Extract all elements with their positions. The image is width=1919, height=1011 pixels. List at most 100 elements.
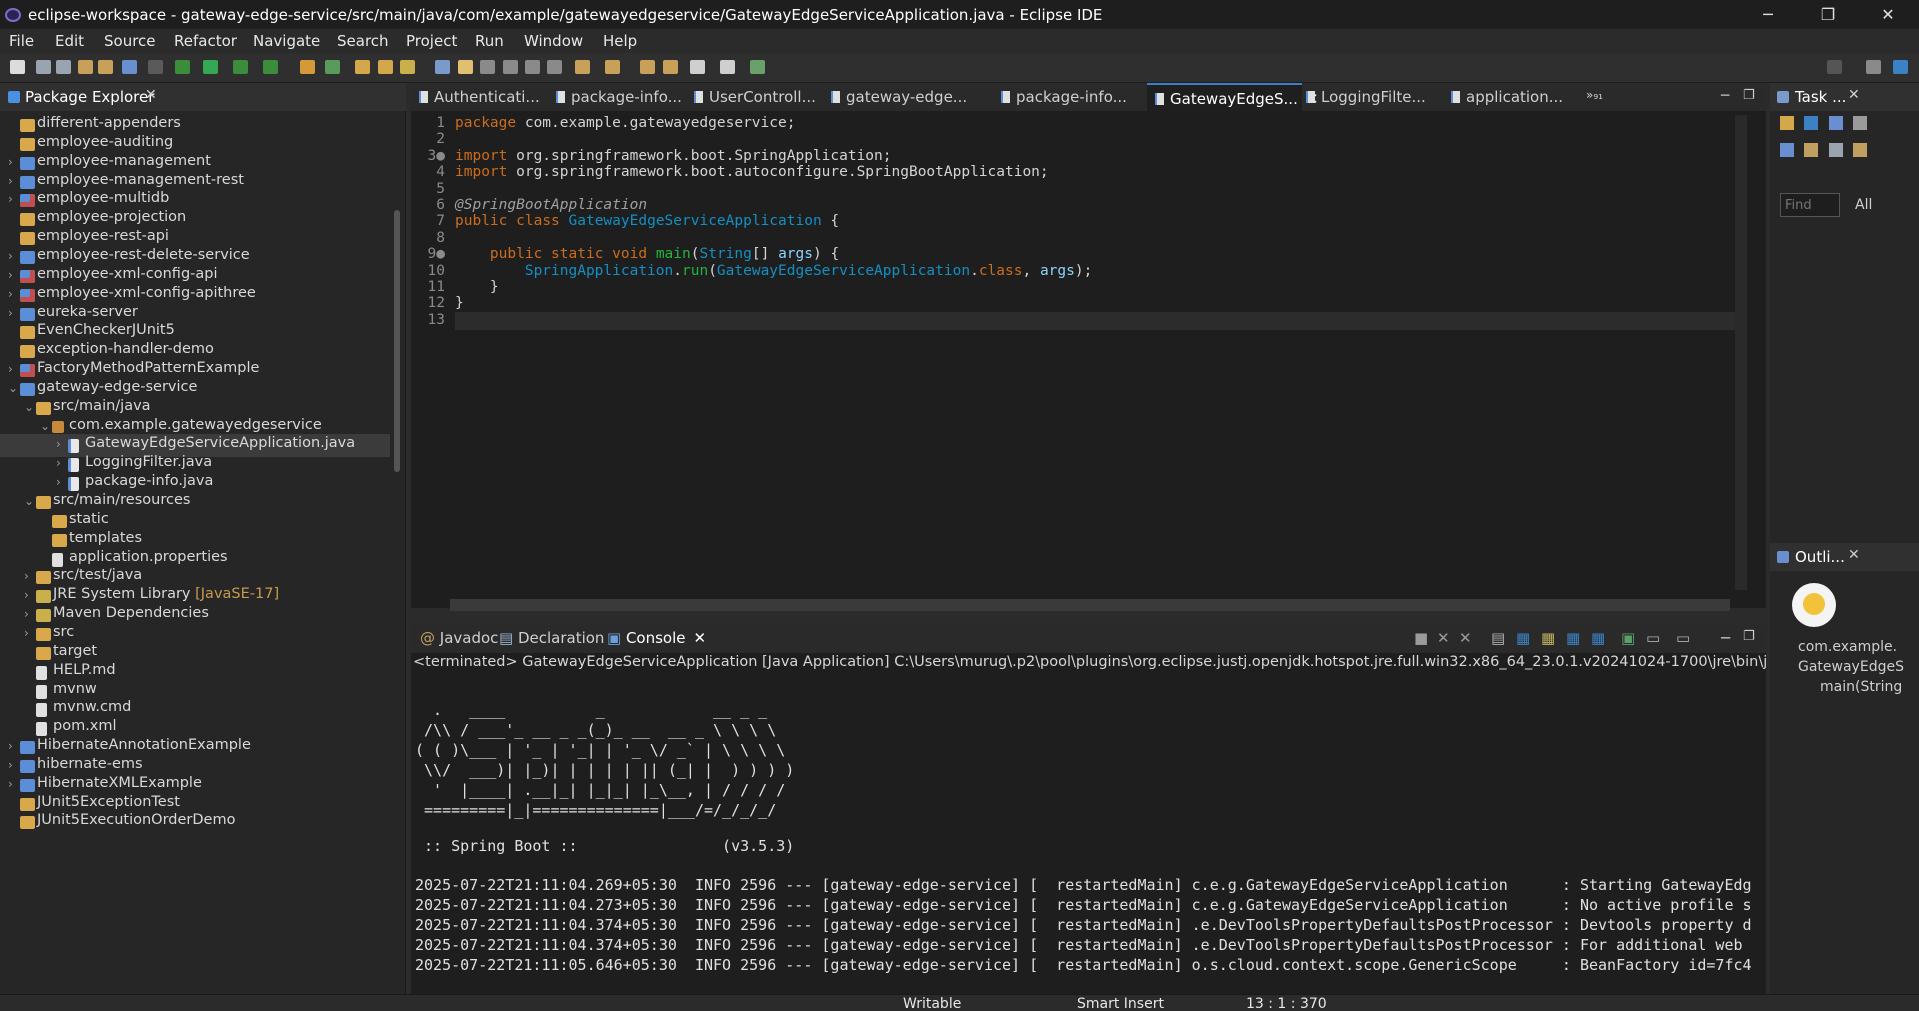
console-output[interactable]: <terminated> GatewayEdgeServiceApplicati… [411, 653, 1766, 994]
display-console-icon[interactable]: ▭ [1646, 629, 1660, 647]
back-icon[interactable] [663, 60, 678, 74]
close-package-explorer-icon[interactable]: ✕ [145, 87, 157, 103]
code-line[interactable]: import org.springframework.boot.SpringAp… [455, 148, 892, 164]
expand-arrow-icon[interactable]: ⌄ [24, 400, 34, 414]
tab-overflow-button[interactable]: »₉₁ [1586, 83, 1626, 111]
search-icon[interactable] [1827, 60, 1842, 74]
task-list-tab[interactable]: Task ... [1795, 88, 1846, 106]
code-line[interactable]: SpringApplication.run(GatewayEdgeService… [455, 263, 1093, 279]
expand-arrow-icon[interactable]: › [8, 268, 18, 282]
tree-item[interactable]: JUnit5ExecutionOrderDemo [0, 811, 390, 834]
close-console-icon[interactable]: ✕ [694, 629, 707, 647]
menu-navigate[interactable]: Navigate [253, 32, 320, 50]
expand-arrow-icon[interactable]: ⌄ [8, 381, 18, 395]
save-icon[interactable] [36, 60, 51, 74]
scroll-lock-icon[interactable]: ▦ [1516, 629, 1530, 647]
toggle-highlight-icon[interactable] [458, 60, 473, 74]
expand-arrow-icon[interactable]: › [56, 456, 66, 470]
categorized-icon[interactable] [1804, 116, 1819, 130]
code-line[interactable] [455, 311, 1745, 330]
search-tool-icon[interactable] [400, 60, 415, 74]
expand-arrow-icon[interactable]: › [24, 569, 34, 583]
editor-tab[interactable]: application... [1451, 83, 1581, 111]
expand-arrow-icon[interactable]: › [24, 607, 34, 621]
word-wrap-console-icon[interactable]: ▦ [1541, 629, 1555, 647]
editor-tab[interactable]: UserControll... [694, 83, 824, 111]
restore-button[interactable]: ❐ [1808, 3, 1848, 27]
open-perspective-icon[interactable] [1866, 60, 1881, 74]
tab-javadoc[interactable]: @ Javadoc [420, 629, 498, 647]
expand-arrow-icon[interactable]: ⌄ [40, 419, 50, 433]
tab-console[interactable]: ▣ Console ✕ [607, 629, 706, 647]
package-explorer-scrollbar[interactable] [394, 210, 400, 472]
menu-run[interactable]: Run [475, 32, 504, 50]
focus-icon[interactable] [1804, 143, 1819, 157]
expand-arrow-icon[interactable]: › [8, 306, 18, 320]
debug-icon[interactable] [175, 60, 190, 74]
maximize-console-icon[interactable]: ❐ [1743, 629, 1755, 644]
expand-arrow-icon[interactable]: › [8, 777, 18, 791]
scheduled-icon[interactable] [1828, 116, 1843, 130]
package-explorer-tab[interactable]: Package Explorer [25, 88, 154, 106]
menu-refactor[interactable]: Refactor [174, 32, 237, 50]
next-annotation-icon[interactable] [575, 60, 590, 74]
outline-item-package[interactable]: com.example. [1798, 639, 1897, 655]
expand-arrow-icon[interactable]: › [8, 249, 18, 263]
code-line[interactable]: } [455, 295, 464, 311]
open-task-icon[interactable] [378, 60, 393, 74]
pilcrow-icon[interactable] [547, 60, 562, 74]
close-window-button[interactable]: ✕ [1868, 3, 1908, 27]
new-java-project-icon[interactable] [300, 60, 315, 74]
block-selection-icon[interactable] [480, 60, 495, 74]
expand-arrow-icon[interactable]: › [24, 588, 34, 602]
outline-item-class[interactable]: GatewayEdgeS [1798, 659, 1904, 675]
show-whitespace-icon[interactable] [525, 60, 540, 74]
remove-all-launches-icon[interactable]: ✕ [1459, 629, 1472, 647]
editor-tab[interactable]: Authenticati... [419, 83, 549, 111]
word-wrap-icon[interactable] [503, 60, 518, 74]
last-edit-icon[interactable] [640, 60, 655, 74]
close-task-list-icon[interactable]: ✕ [1848, 87, 1860, 103]
code-line[interactable]: } [455, 279, 499, 295]
save-all-icon[interactable] [56, 60, 71, 74]
new-console-icon[interactable]: ▭ [1676, 629, 1690, 647]
code-line[interactable]: public class GatewayEdgeServiceApplicati… [455, 213, 839, 229]
filter-all-link[interactable]: All [1855, 197, 1872, 213]
redo-icon[interactable] [98, 60, 113, 74]
editor-tab[interactable]: LoggingFilte... [1306, 83, 1436, 111]
tab-declaration[interactable]: ▤ Declaration [499, 629, 604, 647]
code-line[interactable]: public static void main(String[] args) { [455, 246, 839, 262]
previous-annotation-icon[interactable] [605, 60, 620, 74]
minimize-console-icon[interactable]: ─ [1721, 629, 1730, 647]
undo-icon[interactable] [78, 60, 93, 74]
expand-arrow-icon[interactable]: › [24, 626, 34, 640]
menu-search[interactable]: Search [337, 32, 389, 50]
console-icon[interactable] [122, 60, 137, 74]
toggle-mark-occurrences-icon[interactable] [435, 60, 450, 74]
nav-forward-icon[interactable] [720, 60, 735, 74]
menu-file[interactable]: File [9, 32, 34, 50]
expand-arrow-icon[interactable]: › [8, 287, 18, 301]
pin-console-icon[interactable]: ▣ [1621, 629, 1635, 647]
coverage-icon[interactable] [233, 60, 248, 74]
maximize-editor-icon[interactable]: ❐ [1743, 83, 1759, 111]
expand-arrow-icon[interactable]: › [56, 475, 66, 489]
new-class-icon[interactable] [325, 60, 340, 74]
expand-arrow-icon[interactable]: › [56, 437, 66, 451]
expand-arrow-icon[interactable]: › [8, 192, 18, 206]
editor-tab[interactable]: package-info... [556, 83, 686, 111]
editor-horizontal-scrollbar[interactable] [450, 599, 1730, 611]
menu-project[interactable]: Project [406, 32, 457, 50]
editor-tab[interactable]: gateway-edge... [831, 83, 967, 111]
pin-editor-icon[interactable] [750, 60, 765, 74]
code-line[interactable]: import org.springframework.boot.autoconf… [455, 164, 1049, 180]
outline-item-method[interactable]: main(String [1820, 679, 1902, 695]
expand-arrow-icon[interactable]: › [8, 362, 18, 376]
sync-icon[interactable] [1780, 143, 1794, 157]
expand-arrow-icon[interactable]: ⌄ [24, 494, 34, 508]
remove-launch-icon[interactable]: ✕ [1437, 629, 1450, 647]
menu-edit[interactable]: Edit [55, 32, 84, 50]
menu-help[interactable]: Help [603, 32, 637, 50]
expand-arrow-icon[interactable]: › [8, 739, 18, 753]
new-icon[interactable] [10, 60, 25, 74]
